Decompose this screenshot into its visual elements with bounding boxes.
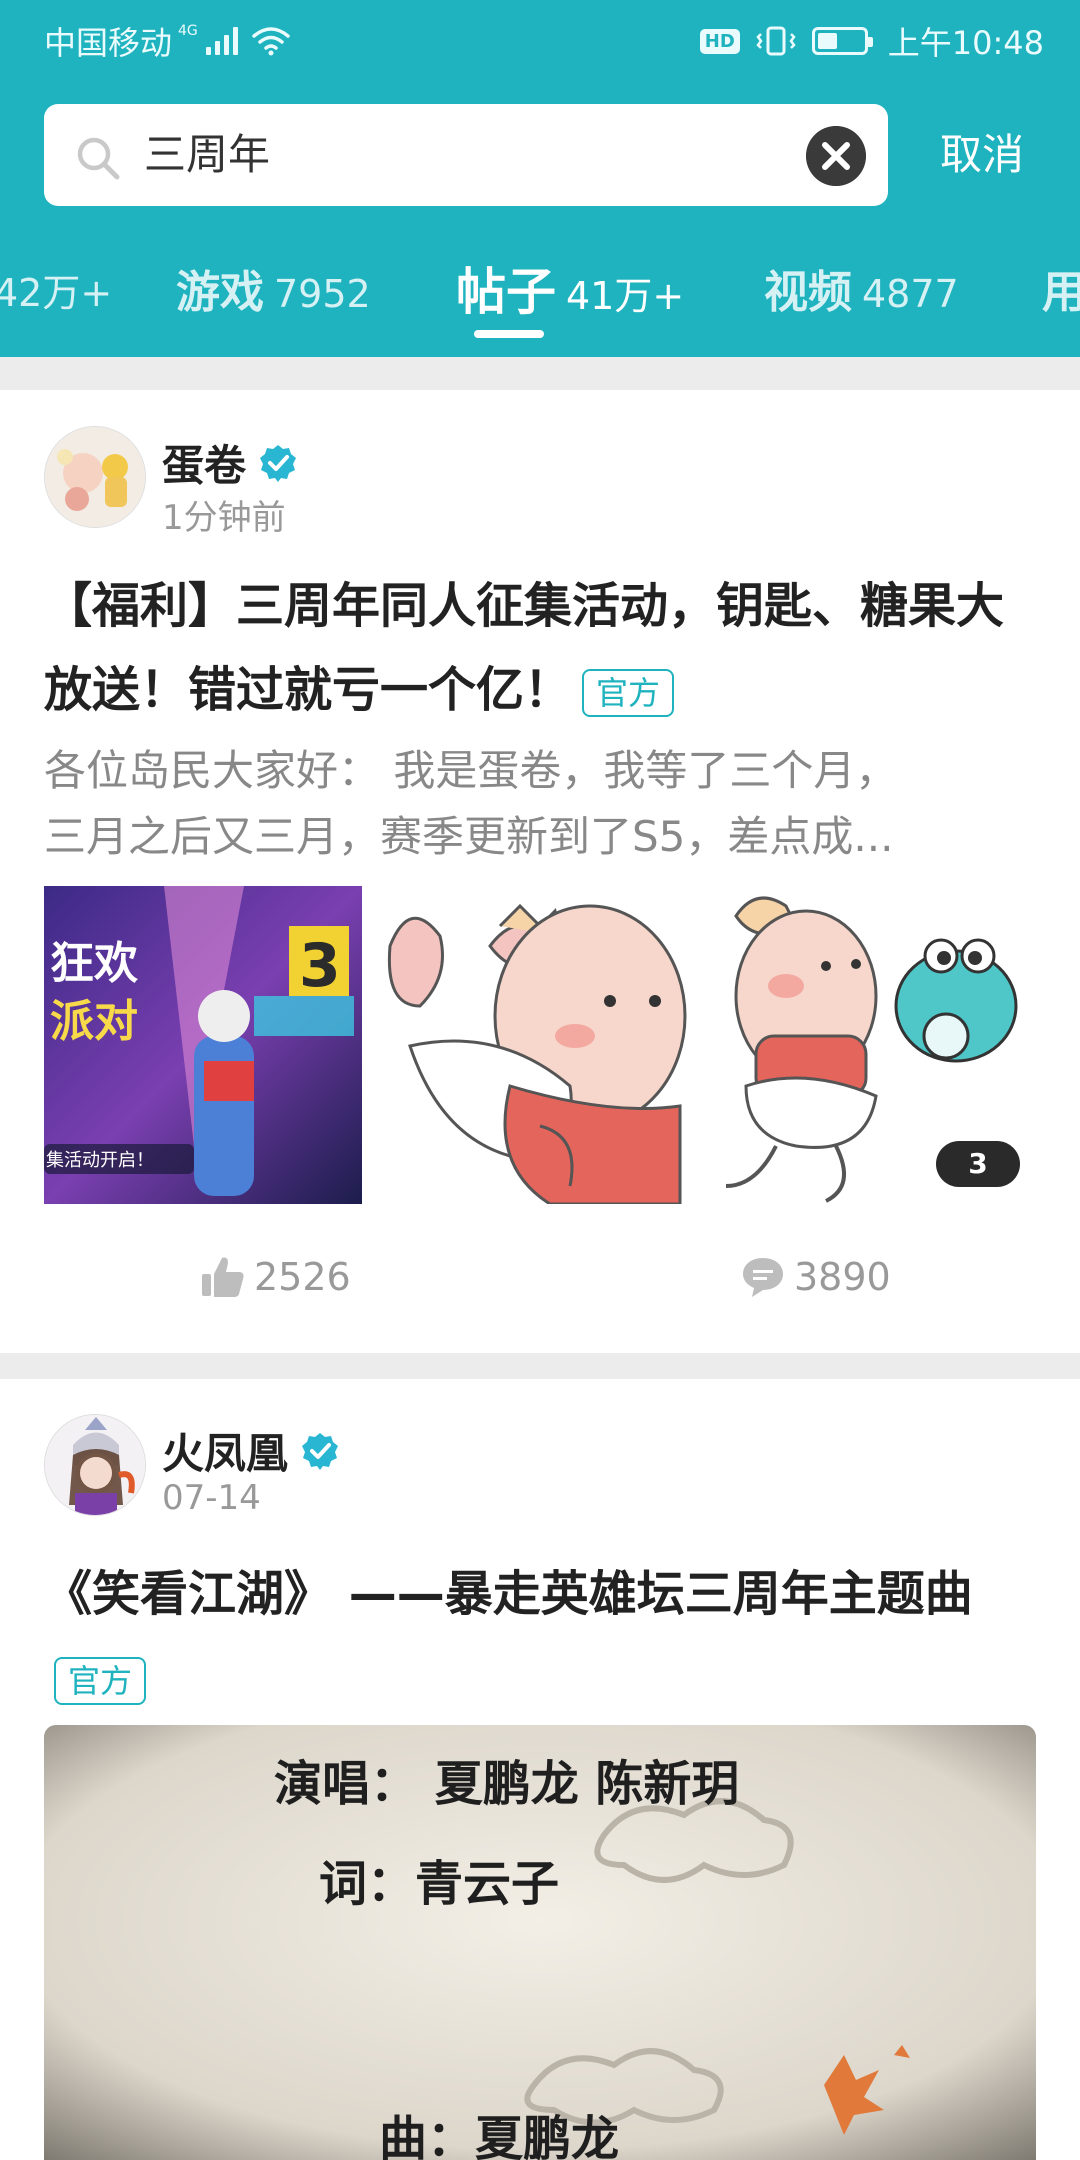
tab-label: 帖子: [456, 263, 556, 321]
avatar[interactable]: [44, 1414, 146, 1516]
post-time: 07-14: [162, 1478, 261, 1518]
status-right: HD 上午10:48: [699, 18, 1044, 64]
avatar[interactable]: [44, 426, 146, 528]
tab-users-partial[interactable]: 用: [1042, 256, 1080, 320]
verified-icon: [260, 444, 297, 482]
video-credit-text: 词：青云子: [319, 1856, 559, 1912]
post-time: 1分钟前: [162, 498, 286, 538]
thumbs-up-icon: [202, 1257, 244, 1297]
tab-count: 7952: [274, 272, 371, 316]
tab-posts[interactable]: 帖子 41万+: [456, 252, 684, 324]
tab-label: 用: [1042, 267, 1080, 318]
post-image[interactable]: [380, 886, 698, 1204]
post-excerpt[interactable]: 各位岛民大家好： 我是蛋卷，我等了三个月， 三月之后又三月，赛季更新到了S5，差…: [44, 738, 1034, 870]
search-box[interactable]: [44, 104, 888, 206]
post-title[interactable]: 《笑看江湖》 ——暴走英雄坛三周年主题曲官方: [44, 1552, 1034, 1720]
network-type: 4G: [178, 23, 198, 39]
tab-count: 42万+: [0, 271, 113, 315]
carrier-group: 中国移动 4G: [44, 18, 290, 64]
tab-count: 41万+: [566, 274, 685, 318]
post-title[interactable]: 【福利】三周年同人征集活动，钥匙、糖果大放送！错过就亏一个亿！ 官方: [44, 564, 1044, 732]
official-badge: 官方: [54, 1657, 147, 1705]
active-tab-indicator: [474, 330, 544, 338]
image-text: 派对: [50, 996, 138, 1047]
hd-icon: HD: [699, 28, 740, 54]
video-credit-text: 曲：夏鹏龙: [379, 2111, 619, 2160]
video-thumbnail[interactable]: 演唱： 夏鹏龙 陈新玥 词：青云子 曲：夏鹏龙: [44, 1725, 1036, 2160]
vibrate-icon: [756, 26, 796, 56]
comment-count: 3890: [794, 1255, 891, 1299]
author-name[interactable]: 蛋卷: [162, 432, 246, 493]
tab-games[interactable]: 游戏 7952: [176, 256, 371, 320]
official-badge: 官方: [582, 669, 675, 717]
image-text: 集活动开启！: [46, 1150, 154, 1171]
image-text: 狂欢: [50, 938, 138, 989]
author-row: 蛋卷: [162, 432, 298, 493]
post-title-text: 《笑看江湖》 ——暴走英雄坛三周年主题曲: [44, 1566, 973, 1622]
tab-videos[interactable]: 视频 4877: [764, 256, 959, 320]
post-image[interactable]: 狂欢 派对 集活动开启！ 3: [44, 886, 362, 1204]
excerpt-line: 各位岛民大家好： 我是蛋卷，我等了三个月，: [44, 746, 898, 795]
comment-button[interactable]: 3890: [740, 1254, 891, 1300]
clock: 上午10:48: [887, 24, 1044, 62]
like-button[interactable]: 2526: [200, 1254, 351, 1300]
tab-label: 视频: [764, 267, 852, 318]
more-images-badge: 3: [936, 1141, 1020, 1187]
clear-search-icon[interactable]: [806, 126, 866, 186]
cancel-button[interactable]: 取消: [940, 104, 1024, 206]
carrier-name: 中国移动: [44, 24, 173, 62]
result-tabs: 42万+ 游戏 7952 帖子 41万+ 视频 4877 用: [0, 246, 1080, 324]
wifi-icon: [252, 27, 290, 56]
signal-icon: [205, 27, 238, 55]
excerpt-line: 三月之后又三月，赛季更新到了S5，差点成...: [44, 812, 894, 861]
tab-label: 游戏: [176, 267, 264, 318]
author-name[interactable]: 火凤凰: [162, 1420, 288, 1481]
post-title-text: 【福利】三周年同人征集活动，钥匙、糖果大放送！错过就亏一个亿！: [44, 578, 1005, 718]
tab-partial-left[interactable]: 42万+: [0, 262, 112, 317]
image-text: 3: [299, 931, 341, 1001]
comment-icon: [743, 1258, 783, 1297]
video-credit-text: 演唱： 夏鹏龙 陈新玥: [274, 1756, 739, 1812]
like-count: 2526: [254, 1255, 351, 1299]
search-input[interactable]: [144, 104, 744, 206]
author-row: 火凤凰: [162, 1420, 340, 1481]
battery-icon: [811, 27, 873, 55]
search-icon: [77, 137, 120, 180]
verified-icon: [302, 1432, 339, 1470]
tab-count: 4877: [862, 272, 959, 316]
status-bar: 中国移动 4G HD 上午10:48: [0, 0, 1080, 75]
